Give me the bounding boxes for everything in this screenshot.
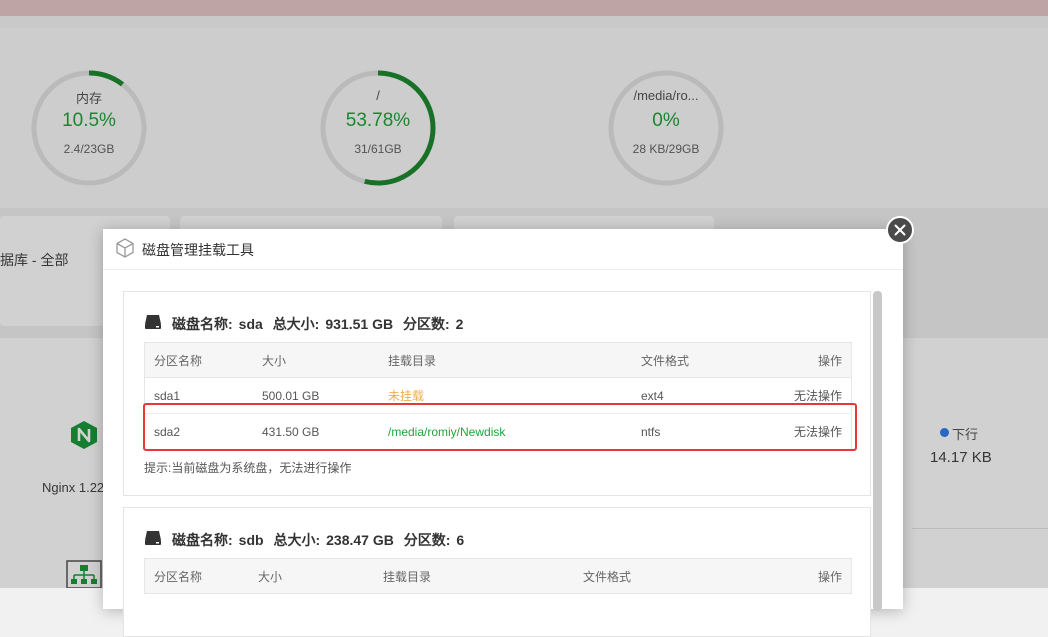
dialog-scrollbar[interactable] — [873, 291, 882, 611]
column-header: 操作 — [712, 558, 852, 594]
disk-name: sdb — [238, 532, 264, 548]
table-header-row: 分区名称 大小 挂载目录 文件格式 操作 — [144, 558, 852, 594]
column-header: 大小 — [249, 558, 374, 594]
dialog-header: 磁盘管理挂载工具 — [103, 229, 903, 270]
disk-name-label: 磁盘名称: — [172, 532, 233, 548]
dialog-title: 磁盘管理挂载工具 — [142, 242, 254, 258]
partition-count-label: 分区数: — [402, 316, 450, 332]
close-icon — [894, 224, 906, 236]
column-header: 文件格式 — [574, 558, 712, 594]
column-header: 挂载目录 — [379, 342, 632, 378]
column-header: 分区名称 — [144, 342, 253, 378]
table-header-row: 分区名称 大小 挂载目录 文件格式 操作 — [144, 342, 852, 378]
column-header: 大小 — [253, 342, 379, 378]
disk-size: 931.51 GB — [325, 316, 394, 332]
disk-size-label: 总大小: — [272, 316, 320, 332]
box-icon — [116, 238, 134, 258]
disk-size-label: 总大小: — [273, 532, 321, 548]
column-header: 文件格式 — [632, 342, 770, 378]
partition-table: 分区名称 大小 挂载目录 文件格式 操作 — [144, 558, 852, 594]
column-header: 操作 — [770, 342, 852, 378]
highlight-box — [143, 403, 857, 451]
disk-name: sda — [238, 316, 263, 332]
disk-size: 238.47 GB — [326, 532, 394, 548]
disk-card-sda: 磁盘名称: sda 总大小: 931.51 GB 分区数: 2 分区名称 大小 挂载目… — [123, 291, 871, 496]
column-header: 挂载目录 — [374, 558, 574, 594]
partition-count: 2 — [455, 316, 464, 332]
column-header: 分区名称 — [144, 558, 249, 594]
partition-count: 6 — [456, 532, 465, 548]
hard-disk-icon — [145, 315, 161, 329]
partition-count-label: 分区数: — [403, 532, 451, 548]
disk-card-sdb: 磁盘名称: sdb 总大小: 238.47 GB 分区数: 6 分区名称 大小 挂载目… — [123, 507, 871, 637]
close-dialog-button[interactable] — [886, 216, 914, 244]
system-disk-tip: 提示:当前磁盘为系统盘，无法进行操作 — [144, 461, 352, 475]
disk-name-label: 磁盘名称: — [172, 316, 233, 332]
hard-disk-icon — [145, 531, 161, 545]
